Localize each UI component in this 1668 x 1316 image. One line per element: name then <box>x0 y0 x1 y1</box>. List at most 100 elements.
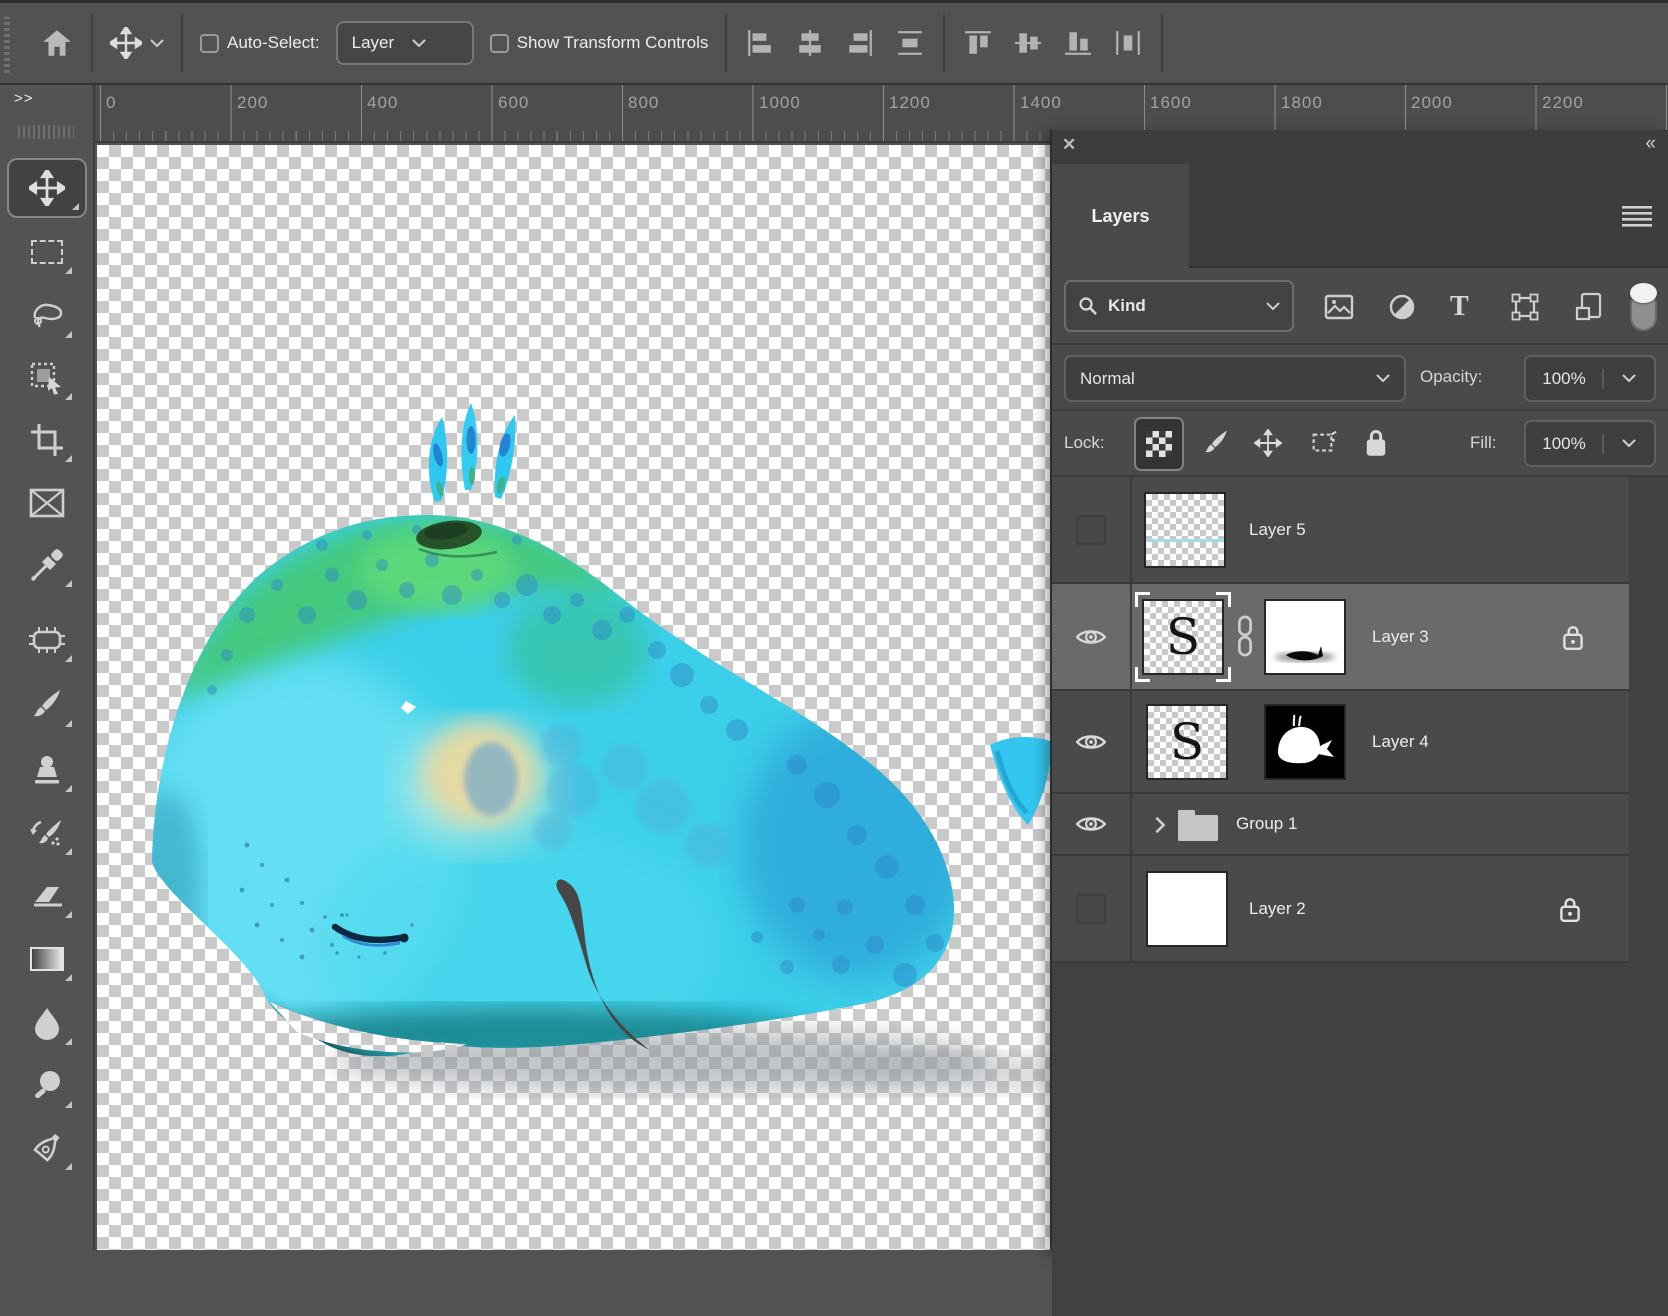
show-transform-group: Show Transform Controls <box>474 3 725 83</box>
layer-name[interactable]: Layer 5 <box>1249 520 1306 540</box>
opacity-value-box[interactable]: 100% <box>1524 355 1656 402</box>
pen-tool[interactable] <box>16 1120 78 1176</box>
layer-thumbnail[interactable] <box>1146 871 1228 947</box>
stamp-icon <box>30 753 64 787</box>
shape-icon <box>1510 292 1540 322</box>
layer-name[interactable]: Group 1 <box>1236 814 1297 834</box>
align-horizontal-centers-icon[interactable] <box>796 29 824 57</box>
filter-toggle[interactable] <box>1630 268 1657 345</box>
home-button[interactable] <box>0 3 90 83</box>
mask-content <box>1266 706 1344 778</box>
distribute-vertical-centers-icon[interactable] <box>896 29 924 57</box>
auto-select-checkbox[interactable] <box>200 34 219 53</box>
filter-adjustment-layers[interactable] <box>1388 268 1416 345</box>
smart-object-icon <box>1574 292 1604 322</box>
lasso-tool[interactable] <box>16 288 78 344</box>
layer-row-group-1[interactable]: Group 1 <box>1052 794 1629 856</box>
layer-name[interactable]: Layer 3 <box>1372 627 1429 647</box>
layers-panel: ✕ ‹‹ Layers Kind <box>1050 130 1668 1250</box>
align-bottom-edges-icon[interactable] <box>1064 29 1092 57</box>
blur-tool[interactable] <box>16 995 78 1051</box>
group-folder-icon <box>1176 807 1220 843</box>
layer-row-layer-5[interactable]: Layer 5 <box>1052 477 1629 584</box>
lock-row: Lock: Fill: 100% <box>1052 411 1668 477</box>
ruler-label: 1400 <box>1020 93 1062 113</box>
visibility-empty-checkbox <box>1076 894 1106 924</box>
blend-mode-dropdown[interactable]: Normal <box>1064 355 1406 402</box>
ruler-label: 1800 <box>1281 93 1323 113</box>
lock-transparency-button[interactable] <box>1134 417 1184 471</box>
separator <box>91 14 93 72</box>
layer-name[interactable]: Layer 2 <box>1249 899 1306 919</box>
marquee-tool[interactable] <box>16 224 78 280</box>
eraser-tool[interactable] <box>16 868 78 924</box>
chevron-down-icon <box>1376 374 1390 383</box>
ruler-label: 600 <box>498 93 529 113</box>
link-icon[interactable] <box>1236 614 1254 658</box>
filter-smart-objects[interactable] <box>1574 268 1604 345</box>
layers-list: Layer 5 S <box>1052 477 1668 1316</box>
visibility-toggle[interactable] <box>1052 794 1132 854</box>
lock-position-icon[interactable] <box>1254 429 1282 457</box>
move-icon <box>29 170 65 206</box>
layer-row-layer-4[interactable]: S Layer 4 <box>1052 691 1629 794</box>
show-transform-checkbox[interactable] <box>490 34 509 53</box>
object-selection-icon <box>29 361 65 395</box>
healing-brush-tool[interactable] <box>16 612 78 668</box>
eye-icon <box>1075 813 1107 835</box>
layer-row-layer-2[interactable]: Layer 2 <box>1052 856 1629 963</box>
collapse-panel-icon[interactable]: ‹‹ <box>1645 133 1654 155</box>
thumbnail-selection-brackets: S <box>1135 592 1231 682</box>
filter-pixel-layers[interactable] <box>1324 268 1354 345</box>
brush-tool[interactable] <box>16 677 78 733</box>
clone-stamp-tool[interactable] <box>16 742 78 798</box>
auto-select-target-dropdown[interactable]: Layer <box>336 21 474 65</box>
separator <box>943 14 945 72</box>
tools-sidebar: >> <box>0 85 95 1250</box>
lock-artboard-icon[interactable] <box>1308 429 1338 457</box>
layer-thumbnail[interactable]: S <box>1142 599 1224 675</box>
visibility-toggle[interactable] <box>1052 856 1132 961</box>
toolbar-grip[interactable] <box>18 125 74 139</box>
gradient-tool[interactable] <box>16 931 78 987</box>
search-icon <box>1078 296 1098 316</box>
visibility-toggle[interactable] <box>1052 691 1132 792</box>
current-tool-button[interactable] <box>94 3 180 83</box>
move-tool[interactable] <box>7 158 87 218</box>
lock-pixels-brush-icon[interactable] <box>1202 429 1230 457</box>
visibility-toggle[interactable] <box>1052 477 1132 582</box>
layer-mask-thumbnail[interactable] <box>1264 704 1346 780</box>
chevron-down-icon <box>1266 302 1280 311</box>
align-vertical-centers-icon[interactable] <box>1014 29 1042 57</box>
distribute-horizontal-centers-icon[interactable] <box>1114 29 1142 57</box>
align-right-edges-icon[interactable] <box>846 29 874 57</box>
separator <box>1161 14 1163 72</box>
fill-value-box[interactable]: 100% <box>1524 420 1656 467</box>
crop-tool[interactable] <box>16 412 78 468</box>
toolbar-expand-button[interactable]: >> <box>14 90 34 107</box>
visibility-toggle[interactable] <box>1052 584 1132 689</box>
filter-shape-layers[interactable] <box>1510 268 1540 345</box>
layer-mask-thumbnail[interactable] <box>1264 599 1346 675</box>
filter-kind-dropdown[interactable]: Kind <box>1064 280 1294 332</box>
layer-thumbnail[interactable]: S <box>1146 704 1228 780</box>
layer-name[interactable]: Layer 4 <box>1372 732 1429 752</box>
filter-type-layers[interactable]: T <box>1450 268 1469 345</box>
disclosure-chevron-icon[interactable] <box>1154 815 1166 835</box>
chevron-down-icon <box>412 39 426 48</box>
tab-layers[interactable]: Layers <box>1052 164 1189 268</box>
options-bar-grip[interactable] <box>4 17 10 73</box>
align-top-edges-icon[interactable] <box>964 29 992 57</box>
object-selection-tool[interactable] <box>16 350 78 406</box>
dodge-tool[interactable] <box>16 1058 78 1114</box>
auto-select-label: Auto-Select: <box>227 33 320 53</box>
panel-menu-icon[interactable] <box>1622 206 1652 228</box>
lock-all-icon[interactable] <box>1364 428 1388 458</box>
eyedropper-tool[interactable] <box>16 537 78 593</box>
layer-thumbnail[interactable] <box>1144 492 1226 568</box>
history-brush-tool[interactable] <box>16 805 78 861</box>
frame-tool[interactable] <box>16 475 78 531</box>
layer-row-layer-3[interactable]: S Layer 3 <box>1052 584 1629 691</box>
close-icon[interactable]: ✕ <box>1062 135 1076 155</box>
align-left-edges-icon[interactable] <box>746 29 774 57</box>
